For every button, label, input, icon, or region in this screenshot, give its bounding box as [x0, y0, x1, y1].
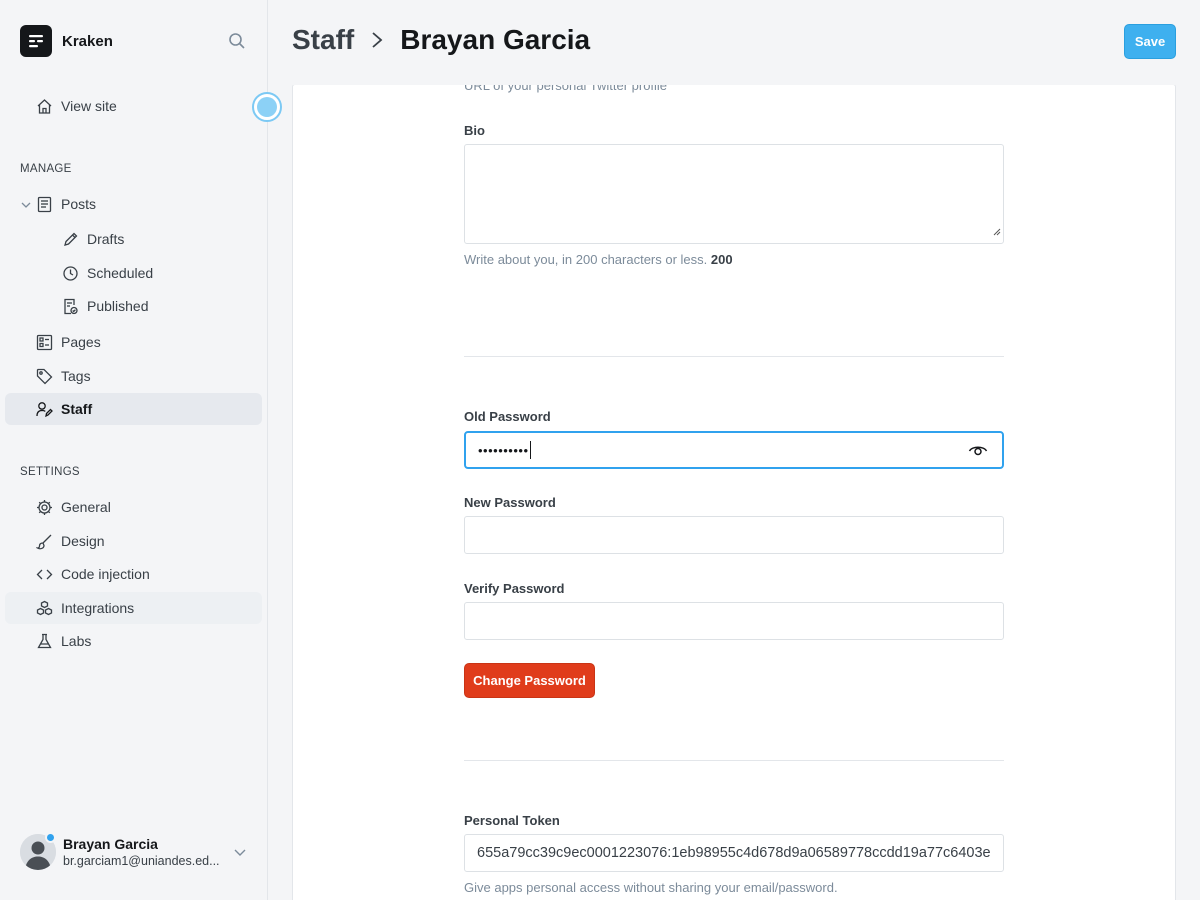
- text-caret: [529, 441, 531, 459]
- old-password-input[interactable]: ••••••••••: [464, 431, 1004, 469]
- nav-labs-label: Labs: [61, 633, 92, 649]
- personal-token-input[interactable]: 655a79cc39c9ec0001223076:1eb98955c4d678d…: [464, 834, 1004, 872]
- bio-textarea[interactable]: [464, 144, 1004, 244]
- nav-pages-label: Pages: [61, 334, 101, 350]
- bio-label: Bio: [464, 123, 485, 138]
- brand-name: Kraken: [62, 32, 113, 50]
- personal-token-label: Personal Token: [464, 813, 560, 828]
- page-title: Staff Brayan Garcia: [292, 24, 590, 56]
- search-icon[interactable]: [226, 30, 248, 52]
- breadcrumb-staff[interactable]: Staff: [292, 24, 354, 56]
- clock-icon: [62, 265, 79, 282]
- tag-icon: [36, 368, 53, 385]
- sidebar: Kraken View site MANAGE Posts Drafts Sch…: [0, 0, 268, 900]
- old-password-label: Old Password: [464, 409, 551, 424]
- verify-password-input[interactable]: [464, 602, 1004, 640]
- new-password-input[interactable]: [464, 516, 1004, 554]
- section-divider: [464, 760, 1004, 761]
- posts-icon: [36, 196, 53, 213]
- nav-published[interactable]: Published: [5, 291, 262, 321]
- chevron-right-icon: [370, 30, 384, 50]
- avatar-status-dot: [45, 832, 56, 843]
- nav-labs[interactable]: Labs: [5, 625, 262, 657]
- nav-scheduled[interactable]: Scheduled: [5, 258, 262, 288]
- chevron-down-icon[interactable]: [232, 844, 248, 865]
- nav-staff[interactable]: Staff: [5, 393, 262, 425]
- nav-scheduled-label: Scheduled: [87, 265, 154, 281]
- nav-integrations[interactable]: Integrations: [5, 592, 262, 624]
- flask-icon: [36, 633, 53, 650]
- nav-design[interactable]: Design: [5, 525, 262, 557]
- nav-general-label: General: [61, 499, 111, 515]
- integrations-icon: [36, 600, 53, 617]
- nav-design-label: Design: [61, 533, 105, 549]
- old-password-value: ••••••••••: [478, 442, 529, 458]
- pages-icon: [36, 334, 53, 351]
- notification-indicator[interactable]: [252, 92, 282, 122]
- change-password-button[interactable]: Change Password: [464, 663, 595, 698]
- user-email: br.garciam1@uniandes.ed...: [63, 854, 220, 868]
- section-divider: [464, 356, 1004, 357]
- save-button[interactable]: Save: [1124, 24, 1176, 59]
- nav-staff-label: Staff: [61, 401, 93, 417]
- user-menu[interactable]: Brayan Garcia br.garciam1@uniandes.ed...: [20, 832, 260, 872]
- nav-published-label: Published: [87, 298, 149, 314]
- nav-posts-label: Posts: [61, 196, 97, 212]
- bio-hint: Write about you, in 200 characters or le…: [464, 252, 733, 267]
- bio-hint-text: Write about you, in 200 characters or le…: [464, 252, 708, 267]
- header-overlay: [293, 60, 1175, 85]
- token-hint: Give apps personal access without sharin…: [464, 880, 838, 895]
- brand[interactable]: Kraken: [20, 24, 113, 58]
- nav-code-injection-label: Code injection: [61, 566, 150, 582]
- nav-tags-label: Tags: [61, 368, 91, 384]
- code-icon: [36, 566, 53, 583]
- nav-view-site[interactable]: View site: [5, 90, 262, 122]
- page-title-name: Brayan Garcia: [400, 24, 591, 55]
- new-password-label: New Password: [464, 495, 556, 510]
- settings-section-title: SETTINGS: [20, 466, 80, 478]
- manage-section-title: MANAGE: [20, 163, 72, 175]
- verify-password-label: Verify Password: [464, 581, 565, 596]
- nav-posts[interactable]: Posts: [5, 188, 262, 220]
- brush-icon: [36, 533, 53, 550]
- nav-view-site-label: View site: [61, 98, 117, 114]
- gear-icon: [36, 499, 53, 516]
- published-icon: [62, 298, 79, 315]
- home-icon: [36, 98, 53, 115]
- nav-general[interactable]: General: [5, 491, 262, 523]
- nav-pages[interactable]: Pages: [5, 326, 262, 358]
- nav-integrations-label: Integrations: [61, 600, 135, 616]
- bio-char-count: 200: [710, 252, 733, 267]
- nav-drafts-label: Drafts: [87, 231, 125, 247]
- user-name: Brayan Garcia: [63, 836, 158, 852]
- resize-handle-icon[interactable]: [993, 223, 1001, 241]
- staff-icon: [36, 401, 53, 418]
- eye-icon[interactable]: [968, 442, 988, 461]
- nav-drafts[interactable]: Drafts: [5, 224, 262, 254]
- brand-logo-icon: [20, 25, 52, 57]
- nav-tags[interactable]: Tags: [5, 360, 262, 392]
- nav-code-injection[interactable]: Code injection: [5, 558, 262, 590]
- personal-token-value[interactable]: 655a79cc39c9ec0001223076:1eb98955c4d678d…: [477, 845, 991, 861]
- pencil-icon: [62, 231, 79, 248]
